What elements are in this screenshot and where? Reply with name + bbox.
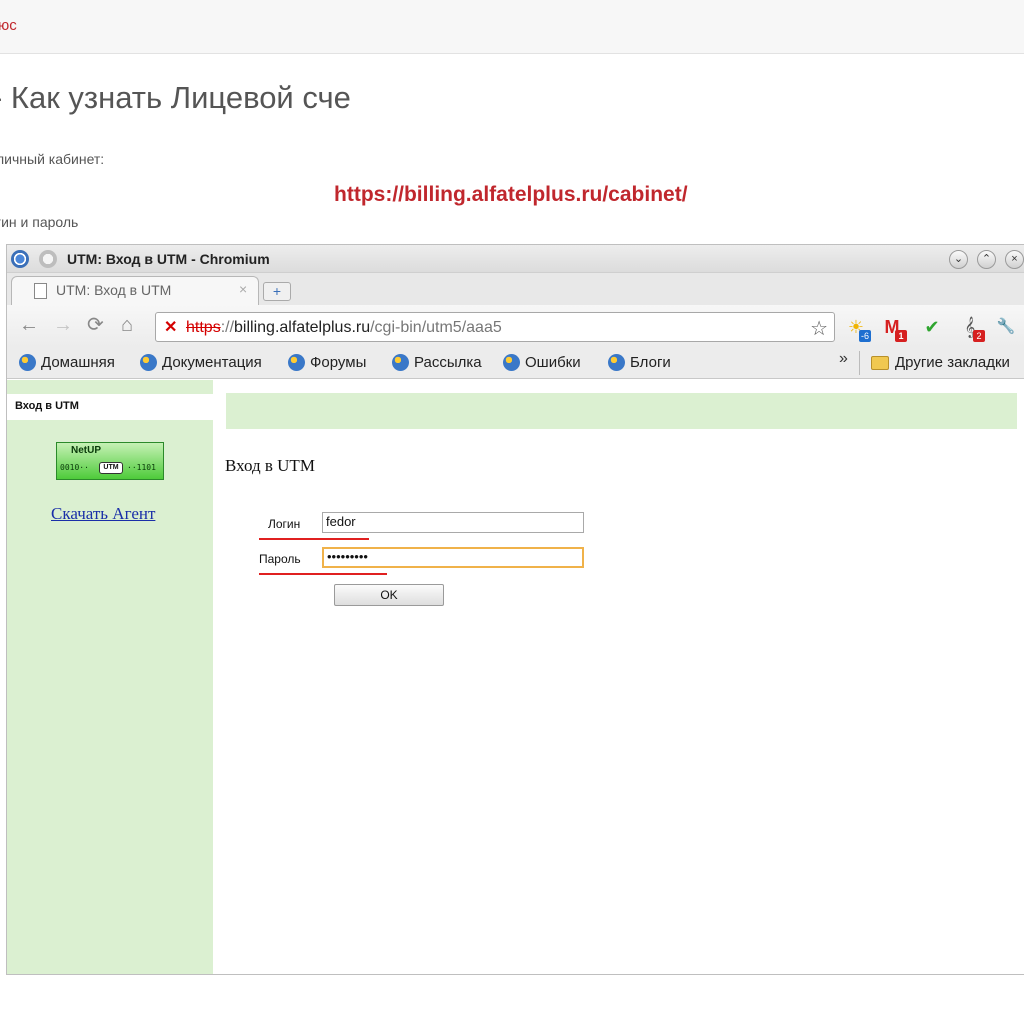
tab-label: UTM: Вход в UTM [56,282,172,298]
extension-badge: 1 [895,330,907,342]
netup-logo-text: NetUP [71,445,102,456]
login-form-title: Вход в UTM [225,456,315,475]
bookmark-star-icon[interactable]: ☆ [810,316,828,341]
folder-icon [871,356,889,370]
logo-utm-badge: UTM [99,462,123,474]
sidebar-header: Вход в UTM [7,394,213,420]
wrench-icon[interactable]: 🔧 [995,316,1017,338]
extension-badge: -6 [859,330,871,342]
bookmark-label: Форумы [310,354,367,371]
top-nav-link[interactable]: юс [0,17,17,34]
bookmark-item[interactable]: Форумы [288,354,366,371]
bookmark-label: Рассылка [414,354,482,371]
login-label: Логин [268,517,301,531]
bookmark-label: Домашняя [41,354,115,371]
bookmarks-bar: Домашняя Документация Форумы Рассылка Ошибки… [7,347,1024,379]
minimize-button[interactable]: ⌄ [949,250,968,269]
bookmark-item[interactable]: Ошибки [503,354,581,371]
extension-badge: 2 [973,330,985,342]
window-title: UTM: Вход в UTM - Chromium [67,251,270,267]
new-tab-button[interactable]: + [263,282,291,301]
other-bookmarks-label: Другие закладки [895,354,1010,371]
window-titlebar: UTM: Вход в UTM - Chromium ⌄ ⌃ × [7,245,1024,273]
login-input[interactable]: fedor [322,512,584,533]
chromium-icon [11,250,29,268]
bookmark-item[interactable]: Рассылка [392,354,482,371]
bookmark-item[interactable]: Блоги [608,354,671,371]
address-url: https://billing.alfatelplus.ru/cgi-bin/u… [186,319,502,336]
utm-header-bar [226,393,1017,429]
utm-sidebar: Вход в UTM NetUP 0010·· UTM ··1101 Скача… [7,380,213,974]
cabinet-url-link[interactable]: https://billing.alfatelplus.ru/cabinet/ [334,183,688,207]
page-title: - Как узнать Лицевой сче [0,80,351,115]
globe-icon [140,354,157,371]
window-menu-icon[interactable] [39,250,57,268]
netup-logo: NetUP 0010·· UTM ··1101 [56,442,164,480]
check-icon[interactable]: ✔ [921,316,943,338]
globe-icon [392,354,409,371]
logo-bits-left: 0010·· [60,463,89,472]
globe-icon [503,354,520,371]
tab-utm-login[interactable]: UTM: Вход в UTM × [11,276,259,305]
gmail-icon[interactable]: M1 [881,316,907,342]
password-highlight-underline [259,573,387,575]
back-icon[interactable]: ← [19,315,39,335]
insecure-icon: ✕ [164,319,178,336]
browser-toolbar: ← → ⟳ ⌂ ✕ https://billing.alfatelplus.ru… [7,305,1024,347]
tab-strip: UTM: Вход в UTM × + [7,273,1024,305]
login-highlight-underline [259,538,369,540]
maximize-button[interactable]: ⌃ [977,250,996,269]
tab-close-icon[interactable]: × [239,281,247,297]
site-top-strip: юс [0,0,1024,54]
address-bar[interactable]: ✕ https://billing.alfatelplus.ru/cgi-bin… [155,312,835,342]
home-icon[interactable]: ⌂ [121,315,133,335]
bookmark-label: Ошибки [525,354,581,371]
bookmark-label: Блоги [630,354,671,371]
page-text-login: гин и пароль [0,214,79,230]
logo-bits-right: ··1101 [127,463,156,472]
password-input[interactable]: ••••••••• [322,547,584,568]
page-text-cabinet: личный кабинет: [0,151,105,167]
globe-icon [19,354,36,371]
weather-icon[interactable]: ☀ -6 [845,316,871,342]
download-agent-link[interactable]: Скачать Агент [51,504,155,524]
bookmarks-separator [859,351,860,375]
close-window-button[interactable]: × [1005,250,1024,269]
browser-screenshot: UTM: Вход в UTM - Chromium ⌄ ⌃ × UTM: Вх… [6,244,1024,975]
password-label: Пароль [259,552,301,566]
music-icon[interactable]: 𝄞 2 [959,316,985,342]
bookmarks-overflow-icon[interactable]: » [839,350,848,368]
globe-icon [288,354,305,371]
sidebar-title: Вход в UTM [15,400,79,412]
bookmark-label: Документация [162,354,262,371]
forward-icon[interactable]: → [53,315,73,335]
globe-icon [608,354,625,371]
reload-icon[interactable]: ⟳ [87,315,104,335]
ok-button[interactable]: OK [334,584,444,606]
bookmark-item[interactable]: Документация [140,354,262,371]
page-icon [34,283,47,299]
bookmark-item[interactable]: Домашняя [19,354,115,371]
other-bookmarks-folder[interactable]: Другие закладки [871,354,1010,371]
